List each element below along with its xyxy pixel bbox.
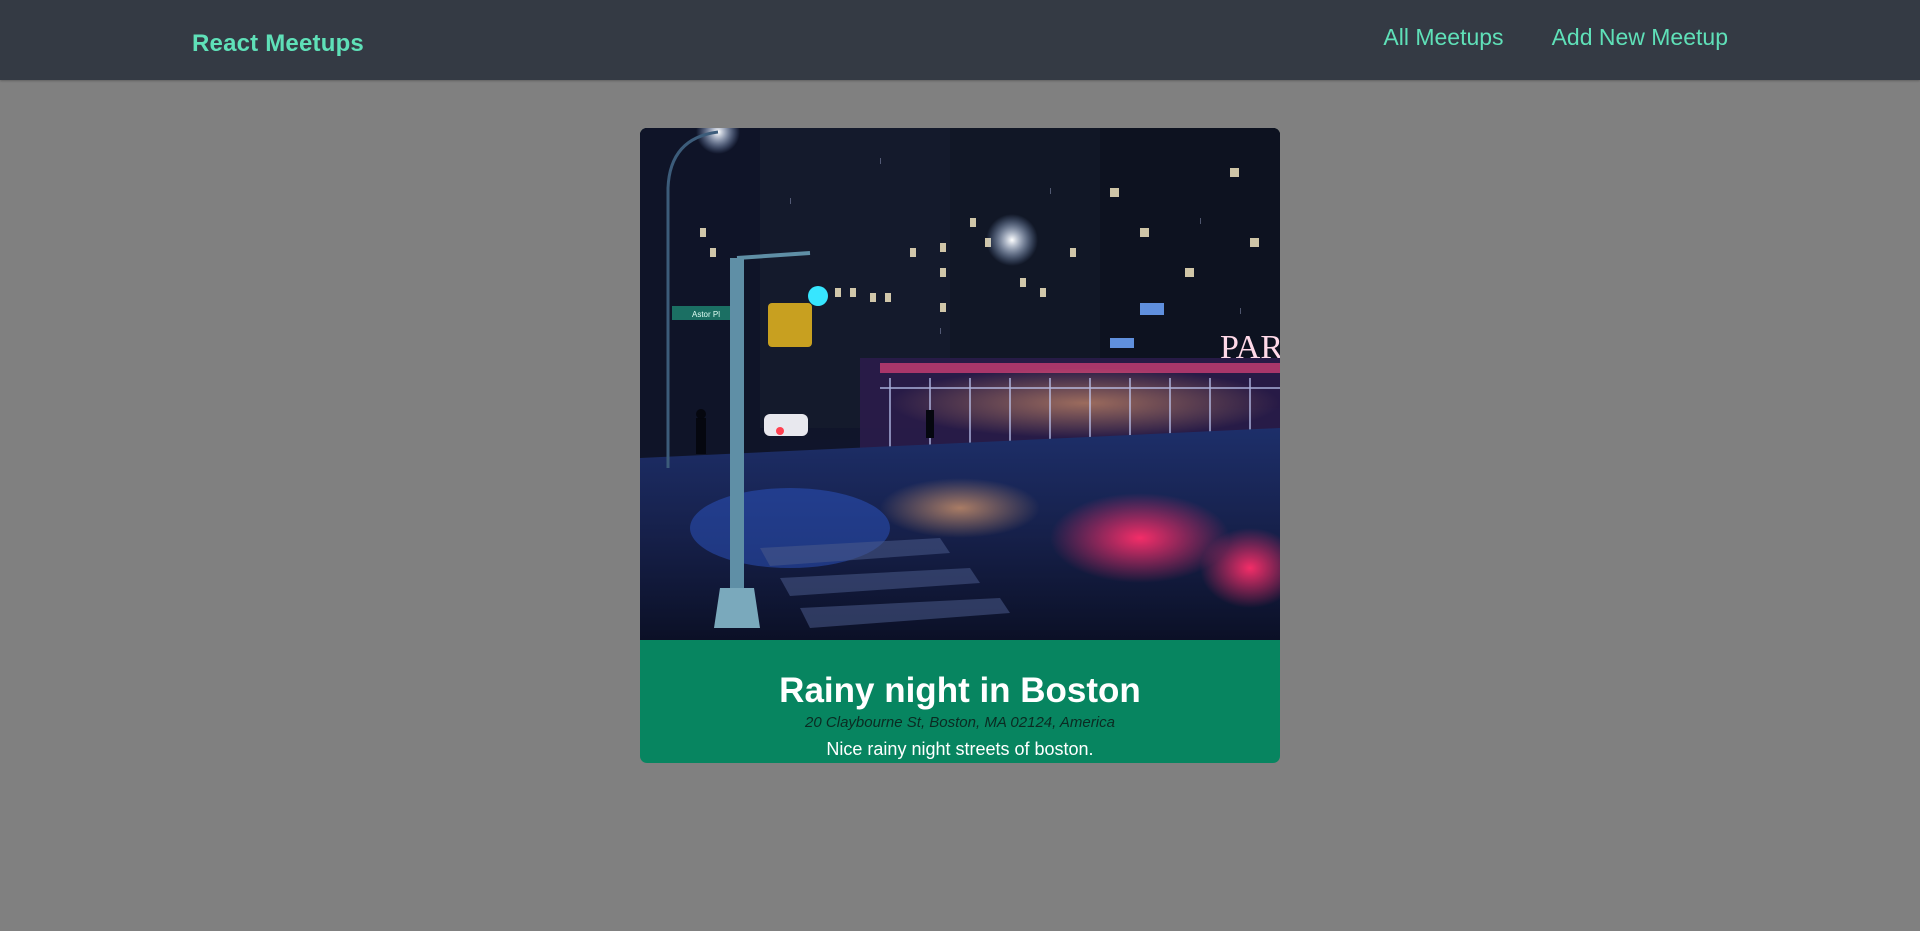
meetup-card[interactable]: PAR Astor Pl Rainy night in Boston 20 Cl… xyxy=(640,128,1280,763)
meetup-address: 20 Claybourne St, Boston, MA 02124, Amer… xyxy=(805,714,1115,731)
top-header: React Meetups All Meetups Add New Meetup xyxy=(0,0,1920,80)
street-sign-text: Astor Pl xyxy=(692,310,720,319)
meetup-description: Nice rainy night streets of boston. xyxy=(826,739,1094,759)
meetup-caption: Rainy night in Boston 20 Claybourne St, … xyxy=(640,640,1280,763)
rainy-street-photo: PAR Astor Pl xyxy=(640,128,1280,640)
main-nav: All Meetups Add New Meetup xyxy=(1383,26,1728,49)
nav-link-all-meetups[interactable]: All Meetups xyxy=(1383,26,1503,49)
meetup-image: PAR Astor Pl xyxy=(640,128,1280,640)
nav-link-add-new-meetup[interactable]: Add New Meetup xyxy=(1552,26,1728,49)
storefront-sign-text: PAR xyxy=(1220,329,1280,366)
meetup-title: Rainy night in Boston xyxy=(779,671,1141,710)
app-logo[interactable]: React Meetups xyxy=(192,32,364,56)
